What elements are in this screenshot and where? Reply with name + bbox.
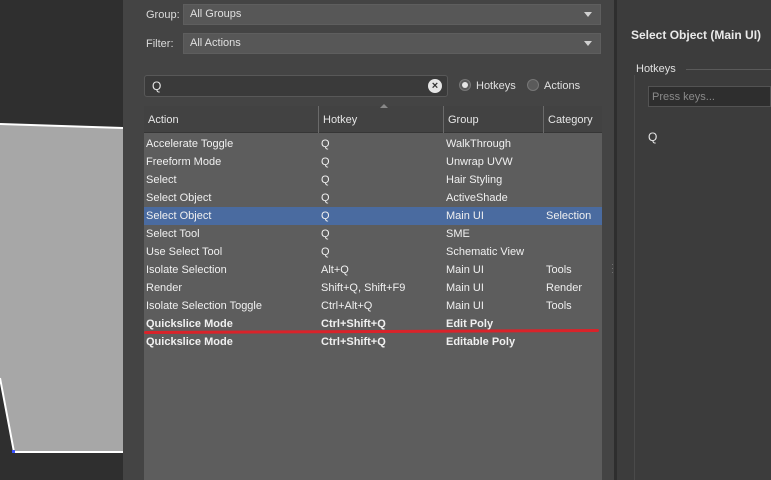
search-input-value: Q [152,79,162,93]
cell-group: Main UI [446,210,484,222]
cell-hotkey: Q [321,138,330,150]
cell-hotkey: Shift+Q, Shift+F9 [321,282,406,294]
viewport[interactable] [0,0,123,480]
cell-action: Freeform Mode [146,156,222,168]
filter-dropdown[interactable]: All Actions [183,33,601,54]
cell-action: Isolate Selection Toggle [146,300,262,312]
cell-hotkey: Alt+Q [321,264,349,276]
cell-hotkey: Q [321,228,330,240]
cell-action: Select Object [146,192,212,204]
cell-group: WalkThrough [446,138,512,150]
table-row[interactable]: Select Object Q ActiveShade [144,189,602,207]
table-row[interactable]: Accelerate Toggle Q WalkThrough [144,135,602,153]
viewport-geometry [0,123,123,453]
cell-action: Select Tool [146,228,200,240]
column-header-action[interactable]: Action [144,106,319,133]
table-row[interactable]: Isolate Selection Alt+Q Main UI Tools [144,261,602,279]
cell-category: Tools [546,264,572,276]
cell-category: Render [546,282,583,294]
cell-group: Main UI [446,282,484,294]
cell-group: Hair Styling [446,174,503,186]
table-row[interactable]: Use Select Tool Q Schematic View [144,243,602,261]
table-row[interactable]: Quickslice Mode Ctrl+Shift+Q Editable Po… [144,333,602,351]
details-panel: Select Object (Main UI) Hotkeys Press ke… [617,0,771,480]
group-dropdown-value: All Groups [190,8,242,20]
table-row[interactable]: Isolate Selection Toggle Ctrl+Alt+Q Main… [144,297,602,315]
table-row[interactable]: Select Q Hair Styling [144,171,602,189]
actions-radio-label[interactable]: Actions [544,80,580,92]
cell-action: Quickslice Mode [146,336,233,348]
cell-group: Unwrap UVW [446,156,513,168]
cell-hotkey: Q [321,246,330,258]
search-input[interactable]: Q × [144,75,448,97]
hotkey-dialog: Group: All Groups Filter: All Actions Q … [123,0,614,480]
chevron-down-icon [584,41,592,46]
table-row[interactable]: Render Shift+Q, Shift+F9 Main UI Render [144,279,602,297]
group-border [634,75,635,480]
clear-icon[interactable]: × [428,79,442,93]
actions-radio[interactable] [527,79,539,91]
group-divider [686,69,771,70]
cell-action: Select Object [146,210,212,222]
hotkeys-radio[interactable] [459,79,471,91]
actions-table: Action Hotkey Group Category Accelerate … [143,104,602,480]
filter-dropdown-value: All Actions [190,37,241,49]
cell-group: Edit Poly [446,318,494,330]
cell-category: Selection [546,210,592,222]
assigned-hotkey[interactable]: Q [648,130,657,144]
cell-group: Editable Poly [446,336,516,348]
press-keys-input[interactable]: Press keys... [648,86,771,107]
cell-action: Accelerate Toggle [146,138,234,150]
hotkeys-group-label: Hotkeys [636,63,676,75]
cell-hotkey: Q [321,192,330,204]
cell-action: Isolate Selection [146,264,227,276]
table-row[interactable]: Freeform Mode Q Unwrap UVW [144,153,602,171]
hotkeys-radio-label[interactable]: Hotkeys [476,80,516,92]
group-label: Group: [146,9,180,21]
cell-action: Quickslice Mode [146,318,233,330]
cell-action: Select [146,174,177,186]
cell-group: Main UI [446,264,484,276]
group-dropdown[interactable]: All Groups [183,4,601,25]
cell-hotkey: Ctrl+Shift+Q [321,318,386,330]
table-header: Action Hotkey Group Category [144,104,602,133]
cell-hotkey: Ctrl+Shift+Q [321,336,386,348]
hotkey-editor-screen: Group: All Groups Filter: All Actions Q … [0,0,771,480]
cell-action: Render [146,282,183,294]
cell-group: SME [446,228,470,240]
cell-hotkey: Q [321,156,330,168]
cell-category: Tools [546,300,572,312]
details-title: Select Object (Main UI) [631,28,762,42]
splitter-grip-icon[interactable]: · · · [611,260,614,277]
cell-group: Main UI [446,300,484,312]
cell-group: ActiveShade [446,192,508,204]
filter-label: Filter: [146,38,174,50]
column-header-group[interactable]: Group [444,106,544,133]
table-row[interactable]: Select Tool Q SME [144,225,602,243]
cell-hotkey: Q [321,174,330,186]
chevron-down-icon [584,12,592,17]
cell-group: Schematic View [446,246,525,258]
sort-indicator-icon [380,104,388,108]
column-header-hotkey[interactable]: Hotkey [319,106,444,133]
cell-hotkey: Ctrl+Alt+Q [321,300,373,312]
column-header-category[interactable]: Category [544,106,602,133]
cell-hotkey: Q [321,210,330,222]
cell-action: Use Select Tool [146,246,223,258]
table-row-selected[interactable]: Select Object Q Main UI Selection [144,207,602,225]
table-body: Accelerate Toggle Q WalkThrough Freeform… [144,135,602,351]
